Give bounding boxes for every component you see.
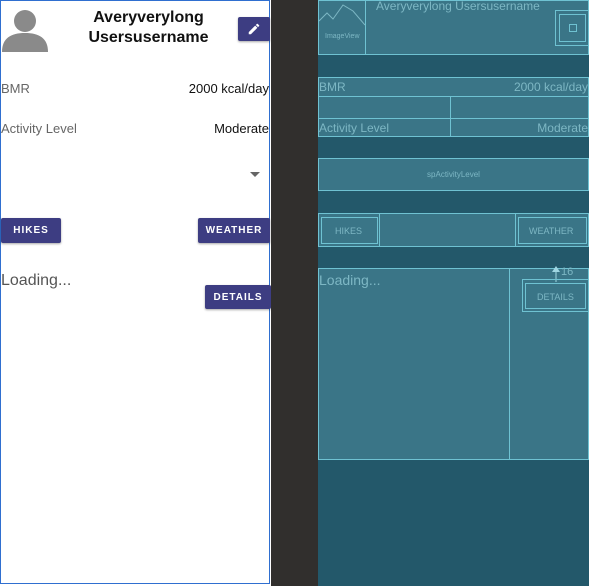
pencil-icon <box>248 23 260 35</box>
activity-level-label: Activity Level <box>1 121 77 136</box>
person-icon <box>2 10 48 52</box>
bp-weather-label: WEATHER <box>529 226 574 236</box>
loading-text: Loading... <box>1 272 72 289</box>
image-view-icon <box>319 4 365 26</box>
bp-details-button: DETAILS <box>522 279 589 312</box>
bp-image-view-label: ImageView <box>325 33 360 40</box>
bp-hikes-button: HIKES <box>318 213 380 247</box>
activity-level-spinner[interactable] <box>1 161 270 191</box>
bp-activity-label: Activity Level <box>319 121 390 135</box>
avatar <box>1 4 49 52</box>
bp-hikes-label: HIKES <box>335 226 363 236</box>
details-button[interactable]: DETAILS <box>205 285 271 309</box>
bmr-value: 2000 kcal/day <box>188 81 269 96</box>
username-title: Averyverylong Usersusername <box>88 9 209 46</box>
bp-edit-button-inner <box>559 14 586 42</box>
panel-divider <box>271 0 318 586</box>
bmr-label: BMR <box>1 81 30 96</box>
bp-activity-vline <box>450 118 451 137</box>
bp-bmr-divider <box>318 96 589 97</box>
design-preview: Averyverylong Usersusername BMR 2000 kca… <box>0 0 271 584</box>
bp-content-vline <box>509 268 510 460</box>
bp-weather-button: WEATHER <box>515 213 589 247</box>
bp-bmr-label: BMR <box>319 80 346 94</box>
edit-profile-button[interactable] <box>238 17 270 41</box>
bp-activity-value: Moderate <box>537 121 588 135</box>
bp-edit-button <box>555 10 589 46</box>
hikes-button[interactable]: HIKES <box>1 218 61 243</box>
weather-button[interactable]: WEATHER <box>198 218 270 243</box>
blueprint-view: ImageView Averyverylong Usersusername BM… <box>318 0 589 586</box>
bp-spinner-label: spActivityLevel <box>427 170 480 179</box>
dropdown-arrow-icon <box>250 172 260 177</box>
bp-bmr-value: 2000 kcal/day <box>513 80 588 94</box>
bp-edit-icon <box>569 24 577 32</box>
bp-bmr-vline <box>450 96 451 119</box>
bp-image-view: ImageView <box>318 0 366 55</box>
bp-constraint-label: 16 <box>561 266 574 278</box>
bp-loading-text: Loading... <box>319 272 381 288</box>
bp-username: Averyverylong Usersusername <box>376 0 540 13</box>
activity-level-value: Moderate <box>214 121 269 136</box>
bp-details-label: DETAILS <box>537 292 574 302</box>
